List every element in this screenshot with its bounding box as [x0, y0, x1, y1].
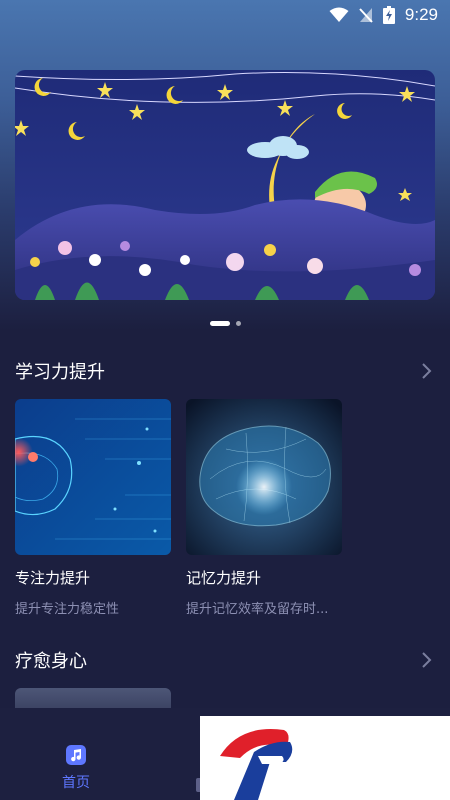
section-header-healing[interactable]: 疗愈身心 [15, 645, 435, 675]
card-title: 记忆力提升 [186, 569, 262, 587]
brain-digital-image[interactable] [15, 399, 171, 555]
nav-item-home[interactable]: 首页 [46, 744, 106, 792]
wifi-icon [329, 7, 349, 22]
card-title: 专注力提升 [15, 569, 91, 587]
chevron-right-icon[interactable] [417, 362, 435, 380]
music-note-icon [66, 745, 86, 765]
brain-network-image[interactable] [186, 399, 342, 555]
status-time: 9:29 [404, 5, 438, 24]
section-title: 学习力提升 [15, 362, 105, 383]
logo-icon [220, 729, 293, 800]
learning-card-list: 专注力提升 提升专注力稳定性 记忆力提升 提升记忆效率及留存时... [15, 399, 342, 617]
banner-carousel[interactable] [15, 70, 435, 300]
card-focus[interactable]: 专注力提升 提升专注力稳定性 [15, 399, 171, 617]
section-header-learning[interactable]: 学习力提升 [15, 356, 435, 386]
banner-image[interactable] [15, 70, 435, 300]
card-memory[interactable]: 记忆力提升 提升记忆效率及留存时... [186, 399, 342, 617]
pagination-dot[interactable] [235, 321, 241, 326]
chevron-right-icon[interactable] [417, 651, 435, 669]
card-subtitle: 提升专注力稳定性 [15, 602, 120, 617]
banner-pagination [0, 321, 450, 326]
section-title: 疗愈身心 [15, 651, 87, 672]
signal-off-icon [359, 8, 373, 23]
card-subtitle: 提升记忆效率及留存时... [186, 602, 329, 617]
watermark-logo [200, 716, 450, 800]
battery-charging-icon [382, 6, 395, 24]
pagination-dot-active[interactable] [209, 321, 230, 326]
status-bar: 9:29 [0, 0, 450, 30]
nav-item-label: 首页 [62, 775, 90, 791]
